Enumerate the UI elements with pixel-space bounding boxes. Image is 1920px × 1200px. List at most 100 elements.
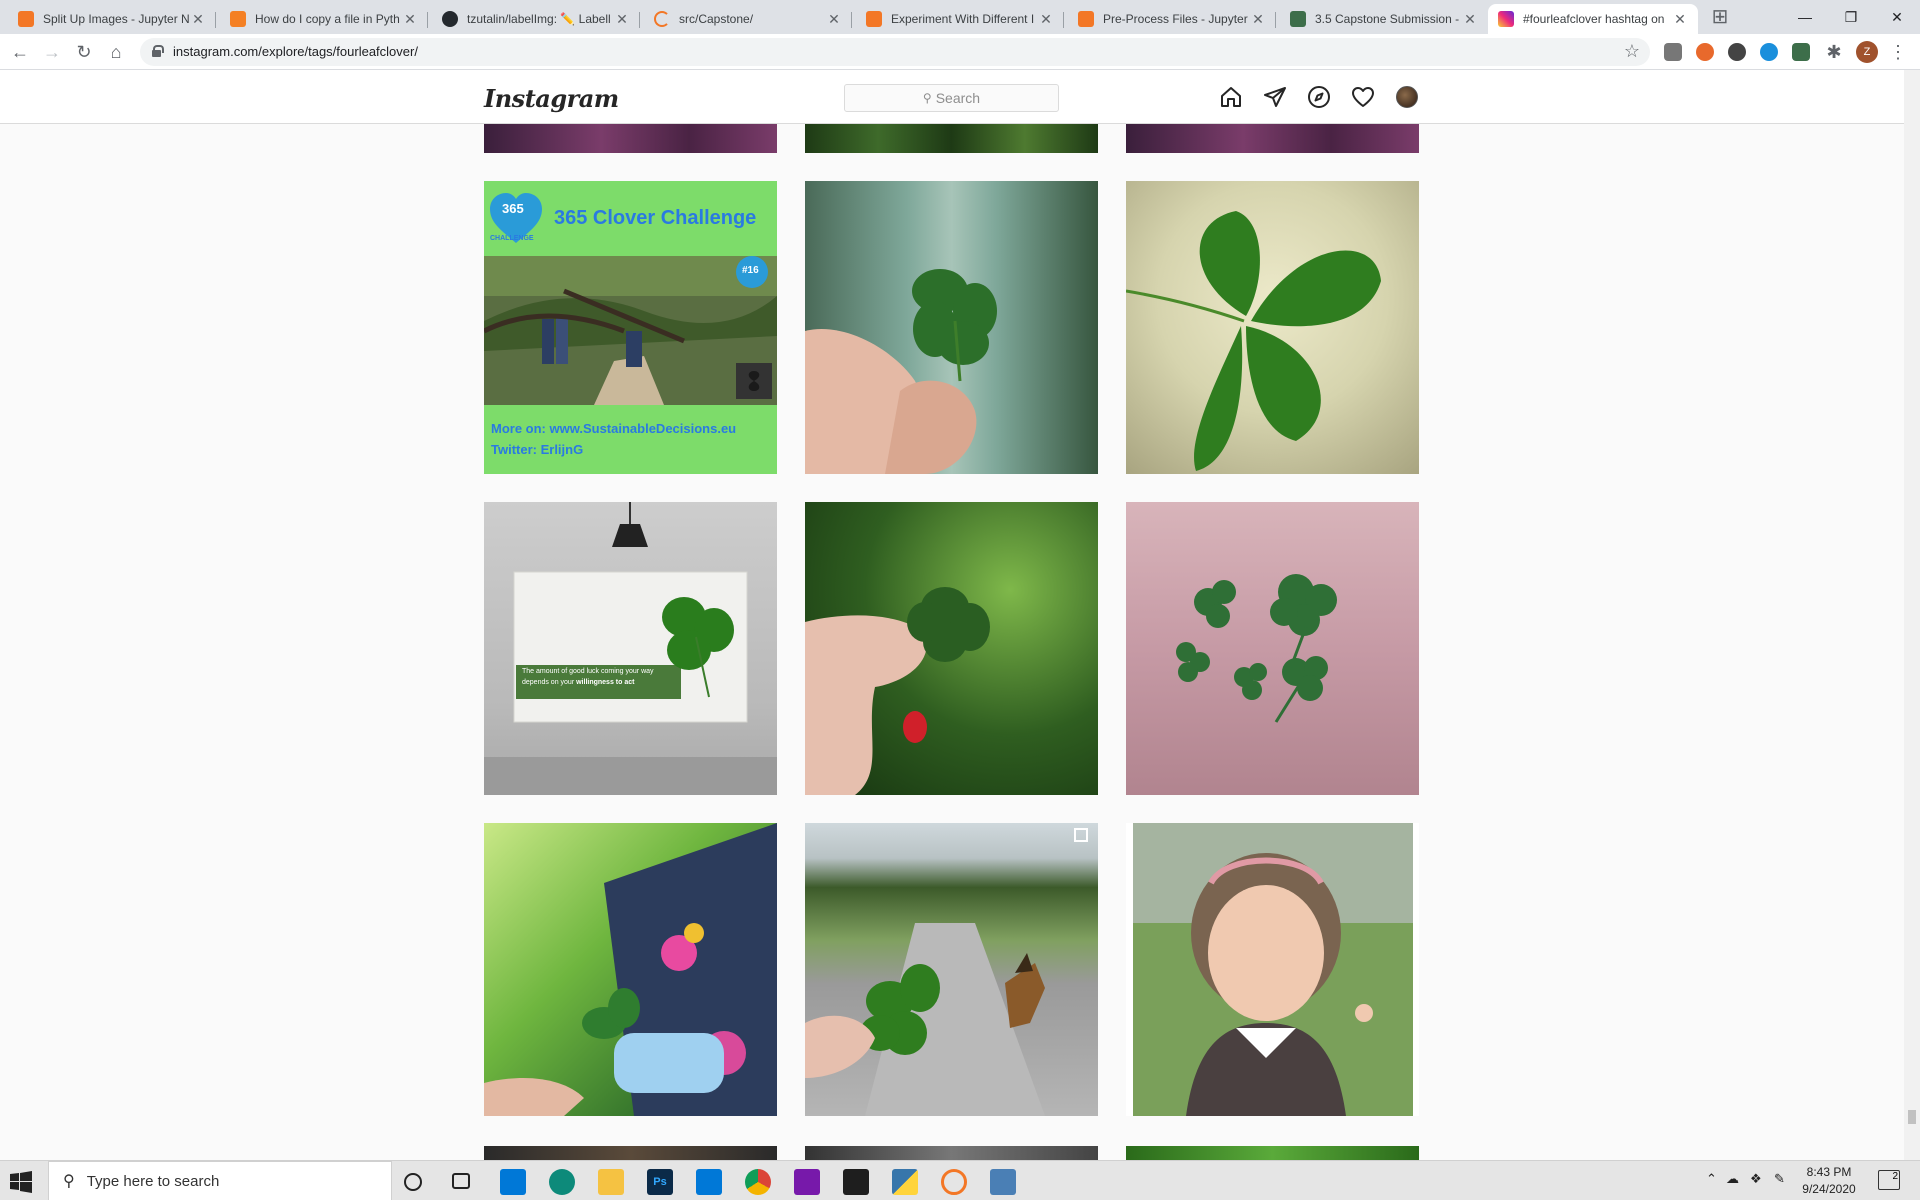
notification-center-icon[interactable]: 2 <box>1878 1170 1900 1190</box>
poster-quote-line1: The amount of good luck coming your way <box>522 668 654 675</box>
reload-icon[interactable]: ↻ <box>72 40 96 64</box>
post-thumbnail[interactable] <box>1126 181 1419 474</box>
pen-icon[interactable]: ✎ <box>1774 1171 1785 1187</box>
post-thumbnail[interactable] <box>1126 1146 1419 1160</box>
close-tab-icon[interactable]: ✕ <box>826 11 842 28</box>
springboard-icon <box>1290 11 1306 27</box>
post-thumbnail[interactable] <box>484 124 777 153</box>
browser-tab-strip: Split Up Images - Jupyter N ✕ How do I c… <box>0 0 1920 34</box>
post-thumbnail[interactable] <box>484 823 777 1116</box>
challenge-badge-number: 365 <box>502 201 524 216</box>
profile-avatar[interactable]: Z <box>1856 41 1878 63</box>
post-thumbnail[interactable] <box>805 124 1098 153</box>
home-icon[interactable] <box>1219 85 1243 109</box>
address-bar[interactable]: instagram.com/explore/tags/fourleafclove… <box>140 38 1650 66</box>
store-icon[interactable] <box>500 1169 526 1195</box>
extension-icon[interactable] <box>1664 43 1682 61</box>
browser-tab[interactable]: tzutalin/labelImg: ✏️ Labell ✕ <box>432 4 640 34</box>
edge-icon[interactable] <box>549 1169 575 1195</box>
close-tab-icon[interactable]: ✕ <box>402 11 418 28</box>
browser-tab-active[interactable]: #fourleafclover hashtag on ✕ <box>1488 4 1698 34</box>
onenote-icon[interactable] <box>794 1169 820 1195</box>
clover-photo <box>484 823 777 1116</box>
search-input[interactable]: ⚲ Search <box>844 84 1059 112</box>
close-tab-icon[interactable]: ✕ <box>1250 11 1266 28</box>
back-icon[interactable]: ← <box>8 40 32 64</box>
dropbox-icon[interactable]: ❖ <box>1750 1171 1762 1187</box>
forward-icon[interactable]: → <box>40 40 64 64</box>
calculator-icon[interactable] <box>990 1169 1016 1195</box>
user-avatar[interactable] <box>1396 86 1418 108</box>
taskbar-search-input[interactable]: ⚲ Type here to search <box>48 1161 392 1200</box>
menu-kebab-icon[interactable]: ⋮ <box>1886 40 1910 64</box>
terminal-icon[interactable] <box>843 1169 869 1195</box>
extension-icon[interactable] <box>1728 43 1746 61</box>
puzzle-icon[interactable]: ✱ <box>1822 40 1846 64</box>
close-tab-icon[interactable]: ✕ <box>1672 11 1688 28</box>
windows-start-icon[interactable] <box>10 1171 32 1193</box>
python-icon[interactable] <box>892 1169 918 1195</box>
github-icon <box>442 11 458 27</box>
bookmark-star-icon[interactable]: ☆ <box>1624 41 1640 62</box>
restore-icon[interactable]: ❐ <box>1828 0 1874 34</box>
jupyter-loading-icon <box>654 11 670 27</box>
task-view-icon[interactable] <box>452 1173 470 1189</box>
hashtag-post-grid: 365 CHALLENGE 365 Clover Challenge #16 M… <box>0 124 1904 1160</box>
post-thumbnail-365-challenge[interactable]: 365 CHALLENGE 365 Clover Challenge #16 M… <box>484 181 777 474</box>
activity-heart-icon[interactable] <box>1351 85 1375 109</box>
poster-quote-line2: depends on your willingness to act <box>522 679 635 686</box>
browser-tab[interactable]: How do I copy a file in Pyth ✕ <box>220 4 428 34</box>
explore-compass-icon[interactable] <box>1307 85 1331 109</box>
jupyter-icon[interactable] <box>941 1169 967 1195</box>
post-thumbnail[interactable] <box>1126 823 1419 1116</box>
tray-chevron-icon[interactable]: ⌃ <box>1706 1171 1717 1187</box>
post-thumbnail[interactable] <box>805 502 1098 795</box>
photoshop-icon[interactable]: Ps <box>647 1169 673 1195</box>
close-tab-icon[interactable]: ✕ <box>1462 11 1478 28</box>
post-thumbnail[interactable] <box>805 823 1098 1116</box>
lock-icon <box>152 45 164 57</box>
chrome-icon[interactable] <box>745 1169 771 1195</box>
direct-message-icon[interactable] <box>1263 85 1287 109</box>
instagram-logo[interactable]: Instagram <box>484 84 619 113</box>
instagram-icon <box>1498 11 1514 27</box>
poster-graphic <box>484 502 777 795</box>
jupyter-icon <box>1078 11 1094 27</box>
post-thumbnail[interactable] <box>484 1146 777 1160</box>
instagram-nav: Instagram ⚲ Search <box>0 70 1904 124</box>
challenge-badge-sub: CHALLENGE <box>490 235 534 242</box>
browser-tab[interactable]: Pre-Process Files - Jupyter I ✕ <box>1068 4 1276 34</box>
close-tab-icon[interactable]: ✕ <box>190 11 206 28</box>
browser-tab[interactable]: 3.5 Capstone Submission - ✕ <box>1280 4 1488 34</box>
cortana-icon[interactable] <box>404 1173 422 1191</box>
post-thumbnail[interactable] <box>1126 124 1419 153</box>
post-thumbnail-poster[interactable]: The amount of good luck coming your way … <box>484 502 777 795</box>
scrollbar-thumb[interactable] <box>1908 1110 1916 1124</box>
new-tab-icon[interactable]: ⊞ <box>1706 4 1734 30</box>
taskbar-clock[interactable]: 8:43 PM 9/24/2020 <box>1794 1164 1864 1198</box>
post-thumbnail[interactable] <box>1126 502 1419 795</box>
close-tab-icon[interactable]: ✕ <box>1038 11 1054 28</box>
extension-icon[interactable] <box>1760 43 1778 61</box>
browser-tab[interactable]: Experiment With Different I ✕ <box>856 4 1064 34</box>
challenge-website: More on: www.SustainableDecisions.eu <box>491 421 737 436</box>
extension-icon[interactable] <box>1792 43 1810 61</box>
browser-tab[interactable]: src/Capstone/ ✕ <box>644 4 852 34</box>
browser-tab[interactable]: Split Up Images - Jupyter N ✕ <box>8 4 216 34</box>
windows-taskbar: ⚲ Type here to search Ps ⌃ ☁ ❖ ✎ 8:43 PM… <box>0 1160 1920 1200</box>
mail-icon[interactable] <box>696 1169 722 1195</box>
clover-photo <box>1126 211 1381 471</box>
close-window-icon[interactable]: ✕ <box>1874 0 1920 34</box>
file-explorer-icon[interactable] <box>598 1169 624 1195</box>
close-tab-icon[interactable]: ✕ <box>614 11 630 28</box>
home-icon[interactable]: ⌂ <box>104 40 128 64</box>
clover-photo <box>805 828 1088 1116</box>
onedrive-icon[interactable]: ☁ <box>1726 1171 1739 1187</box>
post-thumbnail[interactable] <box>805 181 1098 474</box>
minimize-icon[interactable]: — <box>1782 0 1828 34</box>
post-thumbnail[interactable] <box>805 1146 1098 1160</box>
page-scrollbar[interactable] <box>1904 70 1920 1160</box>
url-text[interactable]: instagram.com/explore/tags/fourleafclove… <box>173 44 418 59</box>
extension-icon[interactable] <box>1696 43 1714 61</box>
challenge-title: 365 Clover Challenge <box>554 207 757 229</box>
